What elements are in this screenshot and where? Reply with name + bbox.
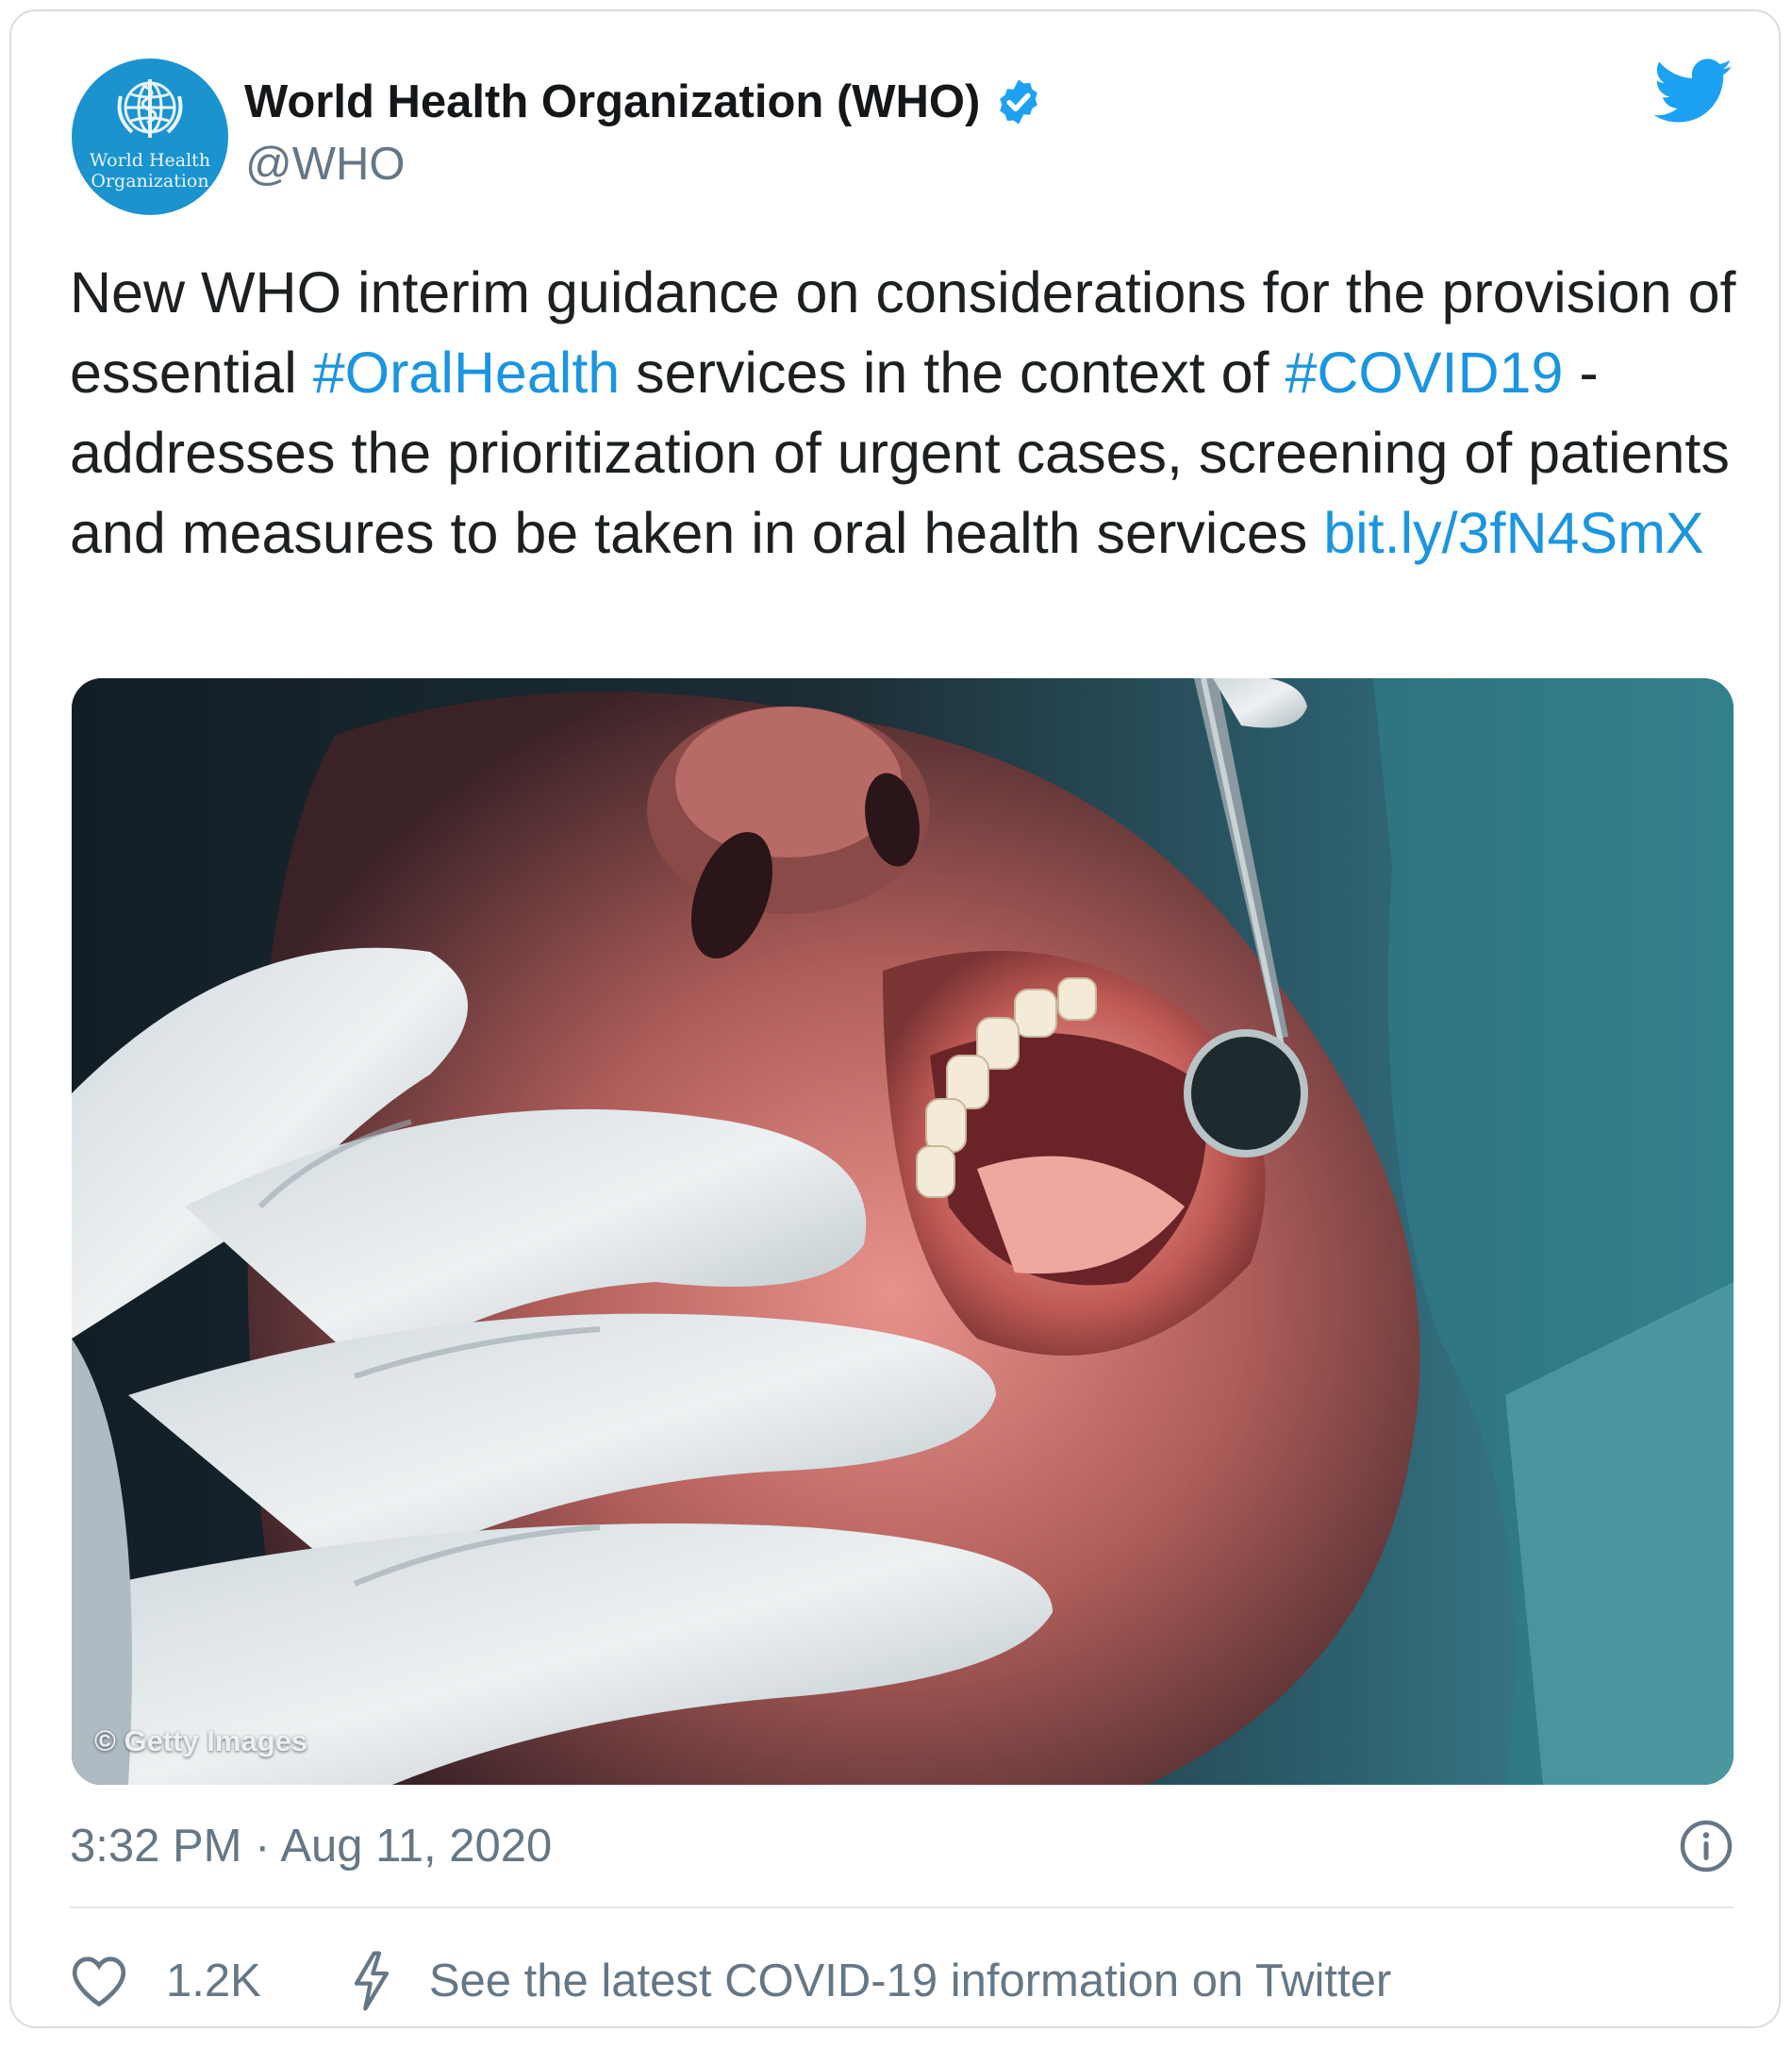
dental-exam-photo bbox=[72, 678, 1734, 1785]
lightning-icon bbox=[354, 1951, 389, 2011]
like-count[interactable]: 1.2K bbox=[166, 1955, 261, 2007]
twitter-bird-icon[interactable] bbox=[1654, 58, 1734, 125]
avatar-text-line1: World Health bbox=[89, 150, 211, 171]
avatar[interactable]: World Health Organization bbox=[72, 58, 228, 215]
verified-badge-icon bbox=[1000, 79, 1038, 125]
who-emblem-icon bbox=[117, 79, 183, 138]
handle[interactable]: @WHO bbox=[245, 138, 406, 191]
tweet-photo[interactable]: © Getty Images bbox=[72, 678, 1734, 1785]
display-name-text[interactable]: World Health Organization (WHO) bbox=[244, 75, 980, 128]
timestamp[interactable]: 3:32 PM · Aug 11, 2020 bbox=[70, 1820, 552, 1873]
info-icon[interactable] bbox=[1678, 1818, 1734, 1874]
short-url-link[interactable]: bit.ly/3fN4SmX bbox=[1323, 501, 1703, 565]
hashtag-oralhealth-link[interactable]: #OralHealth bbox=[313, 341, 621, 405]
tweet-card: World Health Organization World Health O… bbox=[9, 9, 1781, 2028]
display-name[interactable]: World Health Organization (WHO) bbox=[244, 75, 1044, 128]
hashtag-covid19-link[interactable]: #COVID19 bbox=[1285, 341, 1563, 405]
tweet-text: New WHO interim guidance on consideratio… bbox=[70, 253, 1749, 574]
divider bbox=[70, 1906, 1734, 1908]
covid-info-link[interactable]: See the latest COVID-19 information on T… bbox=[429, 1955, 1391, 2007]
action-bar: 1.2K See the latest COVID-19 information… bbox=[70, 1943, 1391, 2019]
heart-icon[interactable] bbox=[70, 1954, 128, 2008]
tweet-text-part2: services in the context of bbox=[620, 341, 1286, 405]
photo-credit: © Getty Images bbox=[94, 1724, 308, 1757]
avatar-text-line2: Organization bbox=[91, 171, 209, 191]
